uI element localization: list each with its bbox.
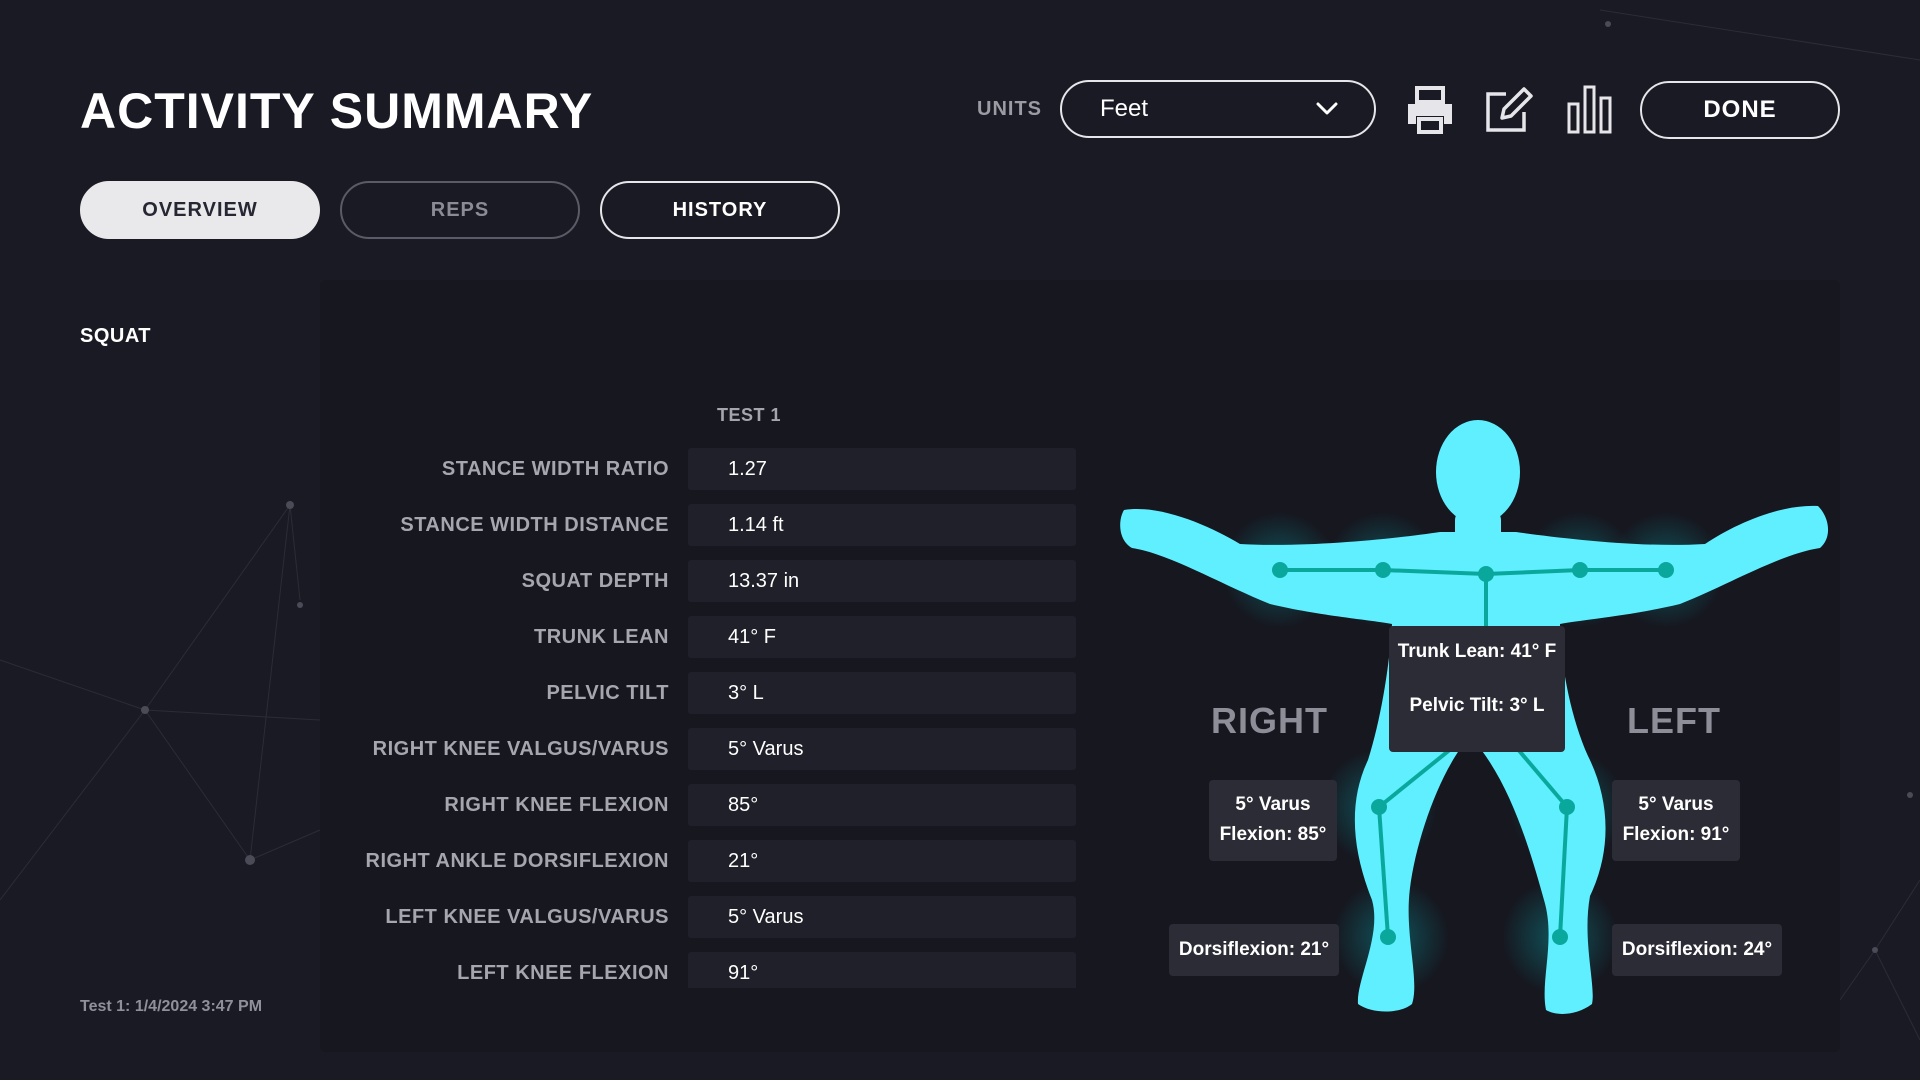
right-knee-varus: 5° Varus (1235, 794, 1311, 815)
table-row: LEFT KNEE VALGUS/VARUS 5° Varus (320, 896, 1080, 938)
metric-label: RIGHT ANKLE DORSIFLEXION (365, 850, 669, 872)
metric-label: LEFT KNEE VALGUS/VARUS (385, 906, 669, 928)
tab-overview[interactable]: OVERVIEW (80, 181, 320, 239)
metric-value: 21° (688, 840, 1076, 882)
column-header-test: TEST 1 (717, 405, 782, 425)
metric-value: 13.37 in (688, 560, 1076, 602)
summary-panel: TEST 1 STANCE WIDTH RATIO 1.27 STANCE WI… (320, 280, 1840, 1052)
left-side-label: LEFT (1627, 700, 1721, 741)
metric-label: STANCE WIDTH DISTANCE (400, 514, 669, 536)
chevron-down-icon (1316, 102, 1338, 115)
trunk-pelvis-readout: Trunk Lean: 41° F Pelvic Tilt: 3° L (1389, 626, 1565, 752)
page-title: ACTIVITY SUMMARY (80, 83, 594, 139)
units-selected-value: Feet (1100, 95, 1149, 122)
metric-label: SQUAT DEPTH (521, 570, 669, 592)
metric-value: 1.27 (688, 448, 1076, 490)
units-label: UNITS (977, 98, 1042, 120)
metric-value: 5° Varus (688, 896, 1076, 938)
printer-icon (1408, 86, 1452, 134)
metric-value: 5° Varus (688, 728, 1076, 770)
metric-label: RIGHT KNEE FLEXION (444, 794, 669, 816)
metrics-table: STANCE WIDTH RATIO 1.27 STANCE WIDTH DIS… (320, 448, 1080, 988)
metric-label: TRUNK LEAN (534, 626, 669, 648)
metric-label: RIGHT KNEE VALGUS/VARUS (372, 738, 669, 760)
metric-value: 41° F (688, 616, 1076, 658)
bar-chart-icon (1567, 85, 1612, 134)
pelvic-tilt-readout: Pelvic Tilt: 3° L (1409, 695, 1545, 716)
right-knee-readout: 5° Varus Flexion: 85° (1209, 780, 1337, 861)
metric-label: PELVIC TILT (546, 682, 669, 704)
table-row: STANCE WIDTH DISTANCE 1.14 ft (320, 504, 1080, 546)
left-knee-readout: 5° Varus Flexion: 91° (1612, 780, 1740, 861)
left-knee-varus: 5° Varus (1638, 794, 1714, 815)
done-button[interactable]: DONE (1640, 81, 1840, 139)
metric-value: 3° L (688, 672, 1076, 714)
trunk-lean-readout: Trunk Lean: 41° F (1397, 641, 1557, 662)
table-row: RIGHT KNEE VALGUS/VARUS 5° Varus (320, 728, 1080, 770)
table-row: LEFT KNEE FLEXION 91° (320, 952, 1080, 988)
table-row: SQUAT DEPTH 13.37 in (320, 560, 1080, 602)
left-ankle-readout: Dorsiflexion: 24° (1612, 924, 1782, 976)
right-ankle-readout: Dorsiflexion: 21° (1169, 924, 1339, 976)
table-row: TRUNK LEAN 41° F (320, 616, 1080, 658)
edit-icon (1486, 87, 1533, 132)
right-knee-flexion: Flexion: 85° (1219, 824, 1327, 845)
table-row: RIGHT ANKLE DORSIFLEXION 21° (320, 840, 1080, 882)
metric-label: STANCE WIDTH RATIO (441, 458, 669, 480)
app-root: ACTIVITY SUMMARY UNITS Feet DONE OVERVIE… (0, 0, 1920, 1080)
table-row: STANCE WIDTH RATIO 1.27 (320, 448, 1080, 490)
right-side-label: RIGHT (1211, 700, 1328, 741)
tab-history[interactable]: HISTORY (600, 181, 840, 239)
metric-value: 1.14 ft (688, 504, 1076, 546)
tab-reps[interactable]: REPS (340, 181, 580, 239)
metric-value: 85° (688, 784, 1076, 826)
print-button[interactable] (1404, 84, 1456, 136)
activity-list-item-squat[interactable]: SQUAT (80, 325, 151, 348)
metric-label: LEFT KNEE FLEXION (457, 962, 669, 984)
left-knee-flexion: Flexion: 91° (1622, 824, 1730, 845)
chart-button[interactable] (1564, 84, 1616, 136)
edit-button[interactable] (1482, 84, 1534, 136)
units-dropdown[interactable]: Feet (1060, 80, 1376, 138)
metric-value: 91° (688, 952, 1076, 988)
table-row: PELVIC TILT 3° L (320, 672, 1080, 714)
test-timestamp: Test 1: 1/4/2024 3:47 PM (80, 998, 263, 1015)
table-row: RIGHT KNEE FLEXION 85° (320, 784, 1080, 826)
